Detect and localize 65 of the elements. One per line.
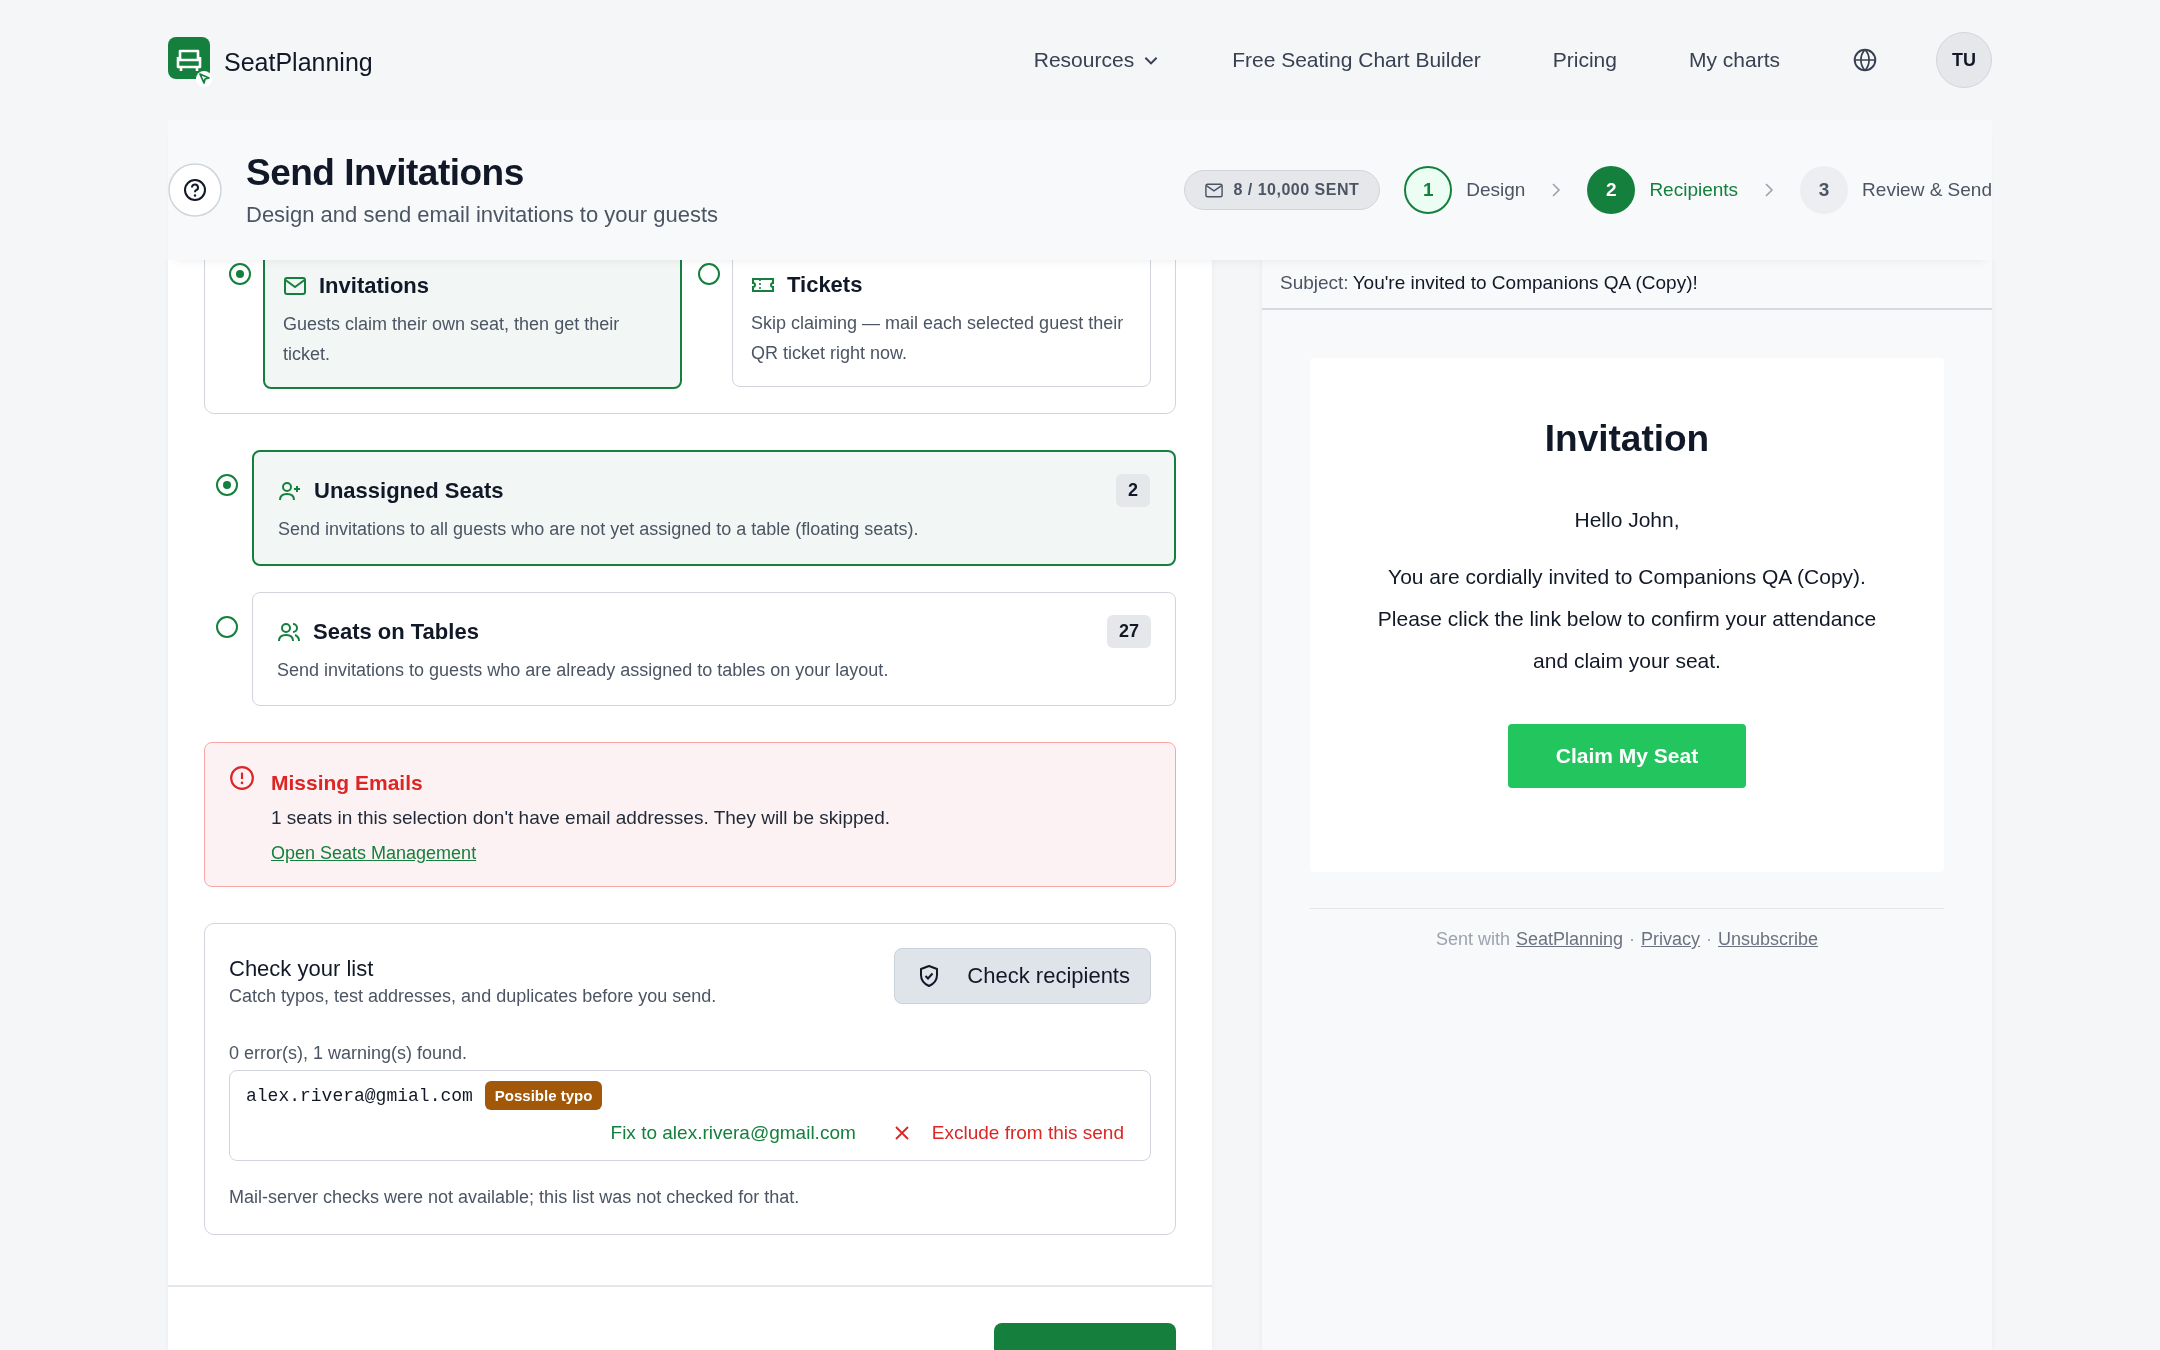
alert-title: Missing Emails xyxy=(271,771,424,795)
user-avatar[interactable]: TU xyxy=(1936,32,1992,88)
mode-description: Skip claiming — mail each selected guest their QR ticket right now. xyxy=(751,312,1125,365)
step-label[interactable]: Review & Send xyxy=(1862,179,1992,201)
nav-link[interactable]: Resources xyxy=(1033,48,1161,72)
count-badge: 2 xyxy=(1116,474,1150,507)
alert-icon xyxy=(229,765,255,791)
step-label[interactable]: Recipients xyxy=(1649,179,1739,201)
subject-text: You're invited to Companions QA (Copy)! xyxy=(1352,272,1698,294)
chevron-right-icon xyxy=(1551,182,1562,198)
email-greeting: Hello John, xyxy=(1574,508,1680,532)
check-summary: 0 error(s), 1 warning(s) found. xyxy=(229,1043,469,1064)
mode-option[interactable]: Invitations Guests claim their own seat, then get their ticket. xyxy=(263,260,682,389)
globe-icon[interactable] xyxy=(1852,47,1878,73)
check-subtitle: Catch typos, test addresses, and duplicates before you send. xyxy=(229,986,717,1007)
footer-link[interactable]: Unsubscribe xyxy=(1718,929,1819,950)
page-title: Send Invitations xyxy=(246,152,525,194)
footer-text: Sent with xyxy=(1435,929,1510,950)
nav-link[interactable]: Free Seating Chart Builder xyxy=(1232,48,1481,72)
audience-option[interactable]: Unassigned Seats 2 Send invitations to all guests who are not yet assigned to a table (floating seats). xyxy=(252,450,1176,566)
seats-management-link[interactable]: Open Seats Management xyxy=(271,843,477,863)
check-title: Check your list xyxy=(229,956,375,982)
chevron-right-icon xyxy=(1764,182,1775,198)
audience-option[interactable]: Seats on Tables 27 Send invitations to guests who are already assigned to tables on your layout. xyxy=(252,592,1176,706)
radio-button[interactable] xyxy=(229,263,251,285)
step-label[interactable]: Design xyxy=(1466,179,1526,201)
mail-icon xyxy=(283,274,307,298)
fix-link[interactable]: Fix to alex.rivera@gmail.com xyxy=(610,1122,856,1144)
count-badge: 27 xyxy=(1106,615,1151,648)
step-number: 1 xyxy=(1404,166,1453,214)
audience-description: Send invitations to guests who are already assigned to tables on your layout. xyxy=(277,660,890,681)
typo-tag: Possible typo xyxy=(484,1081,603,1110)
footer-link[interactable]: Privacy xyxy=(1641,929,1701,950)
nav-link[interactable]: Pricing xyxy=(1552,48,1617,72)
mode-title: Invitations xyxy=(319,273,429,299)
mode-title: Tickets xyxy=(787,272,863,298)
footer-link[interactable]: SeatPlanning xyxy=(1515,929,1624,950)
audience-title: Seats on Tables xyxy=(313,618,480,645)
exclude-link[interactable]: Exclude from this send xyxy=(931,1122,1124,1144)
audience-description: Send invitations to all guests who are not yet assigned to a table (floating seats). xyxy=(278,519,920,540)
page-subtitle: Design and send email invitations to your guests xyxy=(246,202,719,228)
nav-link[interactable]: My charts xyxy=(1689,48,1780,72)
radio-button[interactable] xyxy=(216,474,238,496)
email-body: You are cordially invited to Companions QA (Copy). Please click the link below to confirm your attendance and claim your seat. xyxy=(1377,564,1877,674)
sent-count: 8 / 10,000 SENT xyxy=(1233,181,1360,199)
mode-option[interactable]: Tickets Skip claiming — mail each selected guest their QR ticket right now. xyxy=(732,260,1151,387)
check-recipients-button[interactable]: Check recipients xyxy=(894,948,1151,1004)
separator: · xyxy=(1706,929,1713,950)
mail-icon xyxy=(1205,182,1224,198)
alert-message: 1 seats in this selection don't have email addresses. They will be skipped. xyxy=(271,807,890,829)
email-address: alex.rivera@gmial.com xyxy=(246,1085,473,1106)
logo-icon xyxy=(168,37,214,87)
check-note: Mail-server checks were not available; this list was not checked for that. xyxy=(229,1187,801,1208)
step-number: 3 xyxy=(1800,166,1849,214)
subject-label: Subject: xyxy=(1280,272,1349,294)
email-heading: Invitation xyxy=(1544,418,1710,460)
brand-name[interactable]: SeatPlanning xyxy=(224,47,373,77)
close-icon[interactable] xyxy=(893,1125,910,1141)
mode-description: Guests claim their own seat, then get their ticket. xyxy=(283,313,621,366)
help-icon[interactable] xyxy=(168,163,222,217)
radio-button[interactable] xyxy=(216,616,238,638)
separator: · xyxy=(1629,929,1636,950)
step-number: 2 xyxy=(1587,166,1636,214)
radio-button[interactable] xyxy=(698,263,720,285)
audience-title: Unassigned Seats xyxy=(314,477,505,504)
